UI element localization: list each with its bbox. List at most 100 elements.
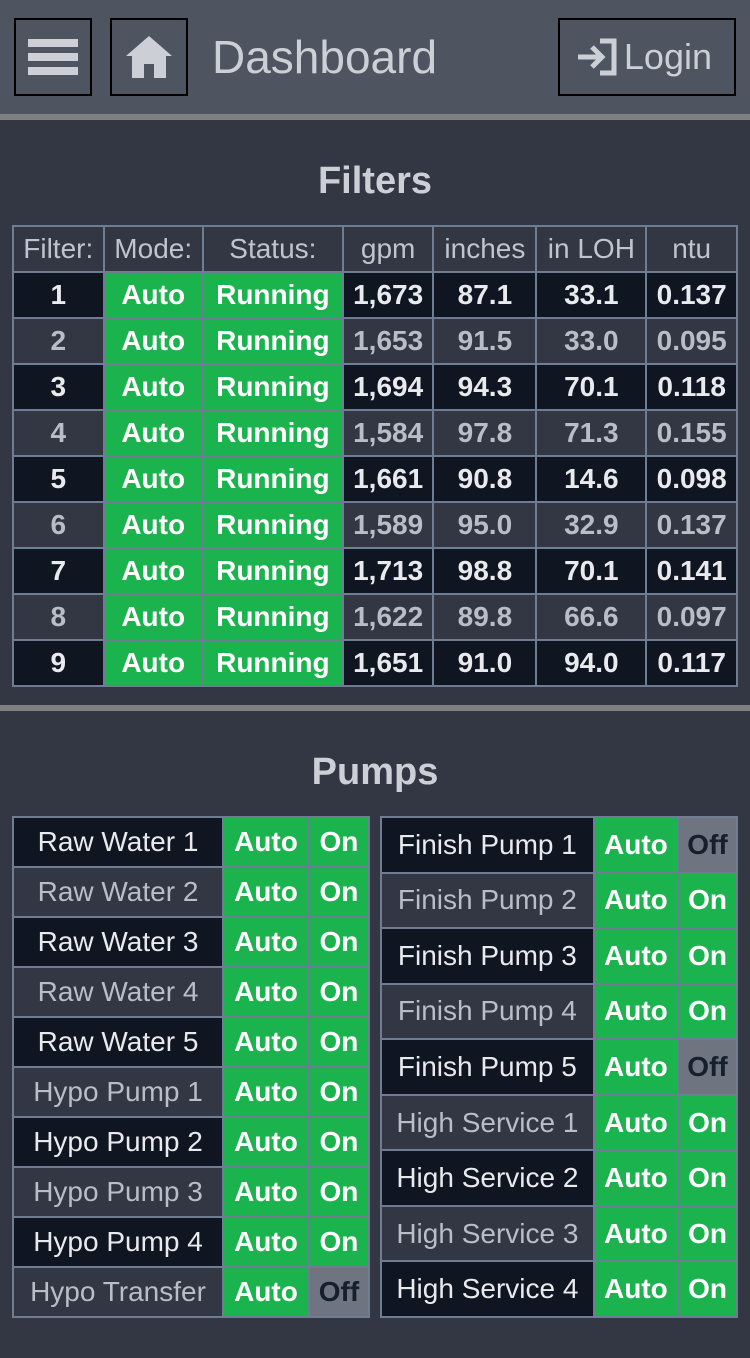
filter-cell: 0.141 [647, 549, 736, 593]
filter-cell: 14.6 [537, 457, 645, 501]
pump-mode: Auto [595, 818, 677, 872]
filter-cell: 1,653 [344, 319, 433, 363]
pump-name: High Service 4 [382, 1262, 593, 1316]
filter-cell: 0.118 [647, 365, 736, 409]
filter-cell: 1,661 [344, 457, 433, 501]
pump-row[interactable]: Raw Water 3AutoOn [14, 918, 368, 966]
pump-state: On [679, 1207, 736, 1261]
filter-cell: 0.095 [647, 319, 736, 363]
pump-row[interactable]: Finish Pump 4AutoOn [382, 985, 736, 1039]
pump-row[interactable]: Hypo Pump 2AutoOn [14, 1118, 368, 1166]
filters-col-header: Mode: [105, 227, 202, 271]
filter-row[interactable]: 9AutoRunning1,65191.094.00.117 [14, 641, 736, 685]
filter-cell: 66.6 [537, 595, 645, 639]
pump-row[interactable]: High Service 4AutoOn [382, 1262, 736, 1316]
filter-cell: 33.0 [537, 319, 645, 363]
pump-row[interactable]: Finish Pump 1AutoOff [382, 818, 736, 872]
filter-row[interactable]: 8AutoRunning1,62289.866.60.097 [14, 595, 736, 639]
pump-name: Hypo Pump 4 [14, 1218, 222, 1266]
filter-cell: Auto [105, 365, 202, 409]
filter-row[interactable]: 5AutoRunning1,66190.814.60.098 [14, 457, 736, 501]
pump-mode: Auto [595, 1207, 677, 1261]
pump-row[interactable]: Raw Water 5AutoOn [14, 1018, 368, 1066]
pump-state: On [310, 1168, 368, 1216]
pump-row[interactable]: Hypo TransferAutoOff [14, 1268, 368, 1316]
pump-row[interactable]: Finish Pump 2AutoOn [382, 874, 736, 928]
filter-cell: 0.098 [647, 457, 736, 501]
filter-cell: Running [204, 457, 342, 501]
filters-col-header: Status: [204, 227, 342, 271]
pump-row[interactable]: Raw Water 2AutoOn [14, 868, 368, 916]
filter-cell: 1,694 [344, 365, 433, 409]
pump-row[interactable]: High Service 3AutoOn [382, 1207, 736, 1261]
pump-row[interactable]: Hypo Pump 4AutoOn [14, 1218, 368, 1266]
pump-state: On [679, 985, 736, 1039]
filter-cell: Running [204, 503, 342, 547]
filter-cell: 0.097 [647, 595, 736, 639]
pump-name: Finish Pump 1 [382, 818, 593, 872]
pump-name: Finish Pump 2 [382, 874, 593, 928]
login-button[interactable]: Login [558, 18, 736, 96]
pump-row[interactable]: Finish Pump 3AutoOn [382, 929, 736, 983]
filter-cell: 1,673 [344, 273, 433, 317]
filter-cell: 7 [14, 549, 103, 593]
filter-cell: Running [204, 273, 342, 317]
pump-row[interactable]: Finish Pump 5AutoOff [382, 1040, 736, 1094]
filter-cell: 94.0 [537, 641, 645, 685]
pump-row[interactable]: Hypo Pump 1AutoOn [14, 1068, 368, 1116]
filter-cell: 91.0 [434, 641, 535, 685]
pump-name: Hypo Pump 1 [14, 1068, 222, 1116]
filter-row[interactable]: 1AutoRunning1,67387.133.10.137 [14, 273, 736, 317]
login-label: Login [624, 36, 712, 78]
filter-cell: 1,622 [344, 595, 433, 639]
pump-mode: Auto [224, 1068, 308, 1116]
filter-cell: 9 [14, 641, 103, 685]
pump-state: Off [310, 1268, 368, 1316]
pump-row[interactable]: Raw Water 1AutoOn [14, 818, 368, 866]
pumps-table-right: Finish Pump 1AutoOffFinish Pump 2AutoOnF… [380, 816, 738, 1318]
pump-name: High Service 3 [382, 1207, 593, 1261]
filter-cell: 89.8 [434, 595, 535, 639]
filter-row[interactable]: 6AutoRunning1,58995.032.90.137 [14, 503, 736, 547]
menu-button[interactable] [14, 18, 92, 96]
home-button[interactable] [110, 18, 188, 96]
filter-cell: Running [204, 411, 342, 455]
filter-cell: 98.8 [434, 549, 535, 593]
filter-row[interactable]: 7AutoRunning1,71398.870.10.141 [14, 549, 736, 593]
pump-state: On [310, 918, 368, 966]
pump-mode: Auto [224, 1118, 308, 1166]
pump-row[interactable]: Raw Water 4AutoOn [14, 968, 368, 1016]
filter-cell: 1 [14, 273, 103, 317]
pump-row[interactable]: High Service 2AutoOn [382, 1151, 736, 1205]
pump-mode: Auto [224, 1218, 308, 1266]
filter-cell: Auto [105, 595, 202, 639]
filter-cell: 6 [14, 503, 103, 547]
pump-mode: Auto [595, 1262, 677, 1316]
filter-row[interactable]: 3AutoRunning1,69494.370.10.118 [14, 365, 736, 409]
filter-cell: Running [204, 549, 342, 593]
pump-mode: Auto [224, 818, 308, 866]
filter-row[interactable]: 4AutoRunning1,58497.871.30.155 [14, 411, 736, 455]
filter-cell: Running [204, 595, 342, 639]
filter-cell: 70.1 [537, 365, 645, 409]
pump-mode: Auto [224, 1168, 308, 1216]
filter-cell: Running [204, 365, 342, 409]
filter-cell: Auto [105, 549, 202, 593]
pump-row[interactable]: Hypo Pump 3AutoOn [14, 1168, 368, 1216]
pump-state: On [679, 929, 736, 983]
filter-row[interactable]: 2AutoRunning1,65391.533.00.095 [14, 319, 736, 363]
pump-state: Off [679, 818, 736, 872]
pump-name: Hypo Transfer [14, 1268, 222, 1316]
filter-cell: 1,713 [344, 549, 433, 593]
filter-cell: 87.1 [434, 273, 535, 317]
pump-name: Hypo Pump 3 [14, 1168, 222, 1216]
filters-col-header: gpm [344, 227, 433, 271]
pump-state: On [679, 874, 736, 928]
filter-cell: Auto [105, 641, 202, 685]
filter-cell: Auto [105, 457, 202, 501]
pump-row[interactable]: High Service 1AutoOn [382, 1096, 736, 1150]
filters-panel: Filters Filter:Mode:Status:gpminchesin L… [0, 120, 750, 705]
filters-table: Filter:Mode:Status:gpminchesin LOHntu 1A… [12, 225, 738, 687]
pump-mode: Auto [595, 1151, 677, 1205]
pump-state: On [310, 1068, 368, 1116]
